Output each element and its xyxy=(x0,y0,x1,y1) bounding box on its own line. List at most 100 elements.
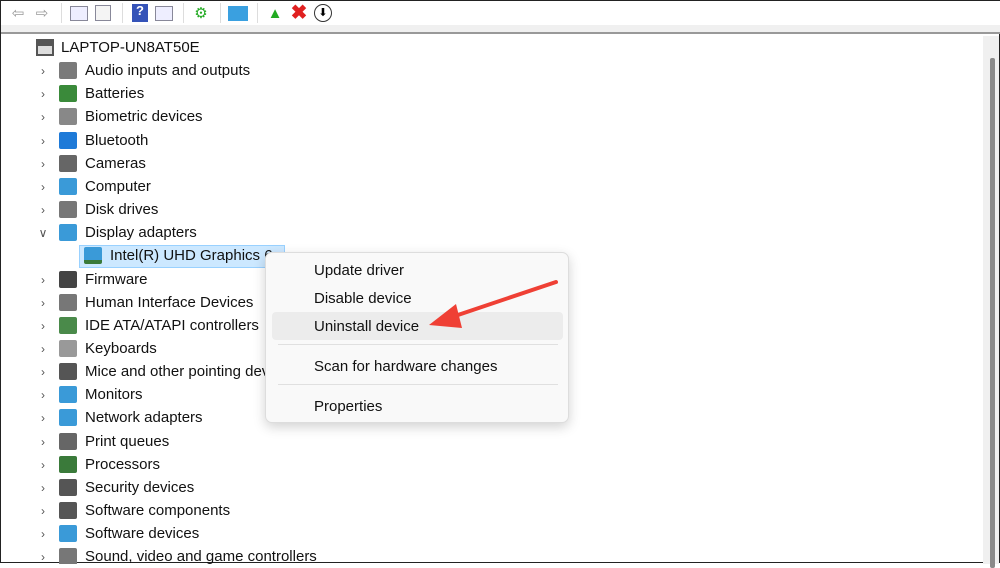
forward-icon[interactable]: ⇨ xyxy=(31,3,53,23)
tree-item-audio-inputs-and-outputs[interactable]: › Audio inputs and outputs xyxy=(1,59,401,82)
chevron-right-icon[interactable]: › xyxy=(37,180,49,194)
tree-item-biometric-devices[interactable]: › Biometric devices xyxy=(1,105,401,128)
tree-item-label: Processors xyxy=(85,456,161,473)
display-adapters-icon xyxy=(59,224,77,241)
monitors-icon xyxy=(59,386,77,403)
chevron-right-icon[interactable]: › xyxy=(37,110,49,124)
tree-item-intel-uhd-graphics[interactable]: Intel(R) UHD Graphics 6 xyxy=(1,244,291,267)
menu-item-scan-hardware[interactable]: Scan for hardware changes xyxy=(272,352,563,380)
tree-item-security-devices[interactable]: › Security devices xyxy=(1,476,401,499)
chevron-right-icon[interactable]: › xyxy=(37,435,49,449)
properties-icon[interactable] xyxy=(92,3,114,23)
tree-item-batteries[interactable]: › Batteries xyxy=(1,82,401,105)
toolbar-divider xyxy=(183,3,184,23)
chevron-right-icon[interactable]: › xyxy=(37,134,49,148)
disk-drives-icon xyxy=(59,201,77,218)
action-pane-icon[interactable] xyxy=(153,3,175,23)
batteries-icon xyxy=(59,85,77,102)
back-icon[interactable]: ⇦ xyxy=(7,3,29,23)
chevron-right-icon[interactable]: › xyxy=(37,87,49,101)
tree-item-label: Cameras xyxy=(85,155,146,172)
chevron-right-icon[interactable]: › xyxy=(37,342,49,356)
tree-item-label: Biometric devices xyxy=(85,108,203,125)
help-icon[interactable]: ? xyxy=(129,3,151,23)
tree-item-label: IDE ATA/ATAPI controllers xyxy=(85,317,259,334)
tree-item-bluetooth[interactable]: › Bluetooth xyxy=(1,129,401,152)
chevron-right-icon[interactable]: › xyxy=(37,273,49,287)
tree-item-disk-drives[interactable]: › Disk drives xyxy=(1,198,401,221)
chevron-right-icon[interactable]: › xyxy=(37,388,49,402)
tree-item-label: Display adapters xyxy=(85,224,197,241)
scan-hardware-icon[interactable] xyxy=(227,3,249,23)
update-driver-icon[interactable]: ⚙ xyxy=(190,3,212,23)
chevron-right-icon[interactable]: › xyxy=(37,527,49,541)
chevron-down-icon[interactable]: ∨ xyxy=(37,226,49,240)
toolbar-divider xyxy=(122,3,123,23)
chevron-right-icon[interactable]: › xyxy=(37,203,49,217)
tree-root[interactable]: ∨ LAPTOP-UN8AT50E xyxy=(1,36,301,59)
menu-divider xyxy=(278,384,558,385)
chevron-right-icon[interactable]: › xyxy=(37,157,49,171)
tree-item-label: Sound, video and game controllers xyxy=(85,548,317,564)
uninstall-icon[interactable]: ✖ xyxy=(288,3,310,23)
show-hide-console-tree-icon[interactable] xyxy=(68,3,90,23)
tree-item-label: Intel(R) UHD Graphics 6 xyxy=(110,247,273,264)
chevron-right-icon[interactable]: › xyxy=(37,504,49,518)
cameras-icon xyxy=(59,155,77,172)
tree-item-display-adapters[interactable]: ∨ Display adapters xyxy=(1,221,401,244)
scrollbar-thumb[interactable] xyxy=(990,58,995,568)
tree-item-computer[interactable]: › Computer xyxy=(1,175,401,198)
menu-item-update-driver[interactable]: Update driver xyxy=(272,256,563,284)
chevron-right-icon[interactable]: › xyxy=(37,319,49,333)
context-menu: Update driver Disable device Uninstall d… xyxy=(265,252,569,423)
toolbar-divider xyxy=(257,3,258,23)
tree-item-label: Human Interface Devices xyxy=(85,294,254,311)
tree-item-label: Security devices xyxy=(85,479,195,496)
chevron-right-icon[interactable]: › xyxy=(37,550,49,564)
tree-item-software-components[interactable]: › Software components xyxy=(1,499,401,522)
chevron-right-icon[interactable]: › xyxy=(37,411,49,425)
software-components-icon xyxy=(59,502,77,519)
tree-item-processors[interactable]: › Processors xyxy=(1,453,401,476)
menu-item-disable-device[interactable]: Disable device xyxy=(272,284,563,312)
vertical-scrollbar[interactable] xyxy=(983,36,999,568)
chevron-right-icon[interactable]: › xyxy=(37,296,49,310)
toolbar: ⇦ ⇨ ? ⚙ ▲ ✖ ⬇ xyxy=(1,1,1000,25)
keyboards-icon xyxy=(59,340,77,357)
tree-item-sound-video-and-game-controllers[interactable]: › Sound, video and game controllers xyxy=(1,545,401,564)
chevron-right-icon[interactable]: › xyxy=(37,458,49,472)
biometric-devices-icon xyxy=(59,108,77,125)
tree-item-label: Keyboards xyxy=(85,340,157,357)
print-queues-icon xyxy=(59,433,77,450)
network-adapters-icon xyxy=(59,409,77,426)
sound-video-and-game-controllers-icon xyxy=(59,548,77,564)
menu-item-uninstall-device[interactable]: Uninstall device xyxy=(272,312,563,340)
computer-icon xyxy=(36,39,54,56)
tree-item-cameras[interactable]: › Cameras xyxy=(1,152,401,175)
tree-item-label: Firmware xyxy=(85,271,148,288)
menu-item-properties[interactable]: Properties xyxy=(272,392,563,420)
tree-item-label: Batteries xyxy=(85,85,145,102)
tree-item-label: Network adapters xyxy=(85,409,203,426)
mice-and-other-pointing-devices-icon xyxy=(59,363,77,380)
security-devices-icon xyxy=(59,479,77,496)
ide-ata-atapi-controllers-icon xyxy=(59,317,77,334)
tree-item-label: Computer xyxy=(85,178,151,195)
tree-item-label: Software components xyxy=(85,502,231,519)
enable-device-icon[interactable]: ▲ xyxy=(264,3,286,23)
tree-item-label: Disk drives xyxy=(85,201,159,218)
bluetooth-icon xyxy=(59,132,77,149)
tree-item-print-queues[interactable]: › Print queues xyxy=(1,430,401,453)
processors-icon xyxy=(59,456,77,473)
disable-icon[interactable]: ⬇ xyxy=(312,3,334,23)
firmware-icon xyxy=(59,271,77,288)
chevron-right-icon[interactable]: › xyxy=(37,365,49,379)
tree-item-label: Software devices xyxy=(85,525,200,542)
software-devices-icon xyxy=(59,525,77,542)
tree-item-label: Monitors xyxy=(85,386,143,403)
chevron-right-icon[interactable]: › xyxy=(37,481,49,495)
tree-item-software-devices[interactable]: › Software devices xyxy=(1,522,401,545)
tree-item-label: Print queues xyxy=(85,433,170,450)
chevron-right-icon[interactable]: › xyxy=(37,64,49,78)
toolbar-divider xyxy=(61,3,62,23)
